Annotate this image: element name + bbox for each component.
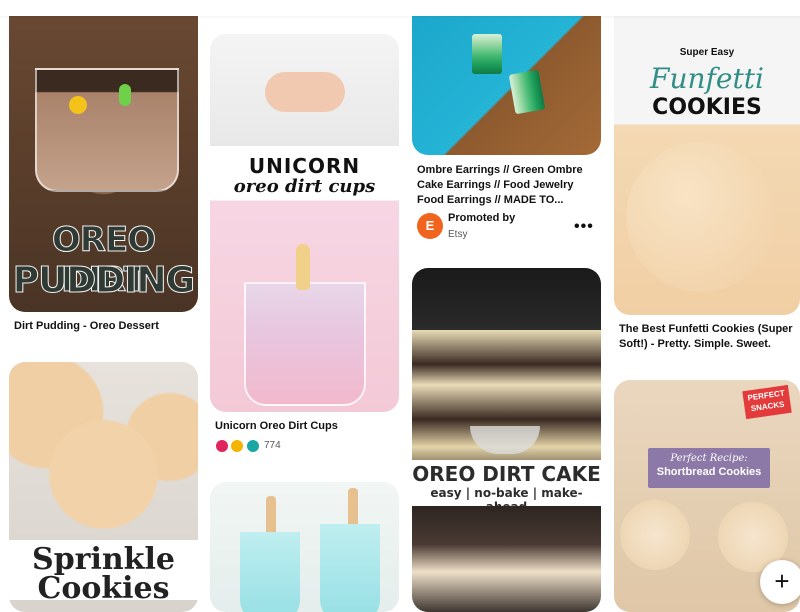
pin-image-title-line1: OREO DIRT CAKE xyxy=(412,462,601,486)
popsicle-stick-image xyxy=(348,488,358,528)
popsicle-stick-image xyxy=(266,496,276,536)
popsicle-cup-image xyxy=(320,524,380,612)
pin-image-title-line2: oreo dirt cups xyxy=(233,176,376,197)
more-options-button[interactable]: ••• xyxy=(574,218,594,236)
pin-oreo-dirt-pudding[interactable]: OREO DIRT PUDDING xyxy=(9,0,198,312)
heart-reaction-icon xyxy=(215,439,229,453)
unicorn-cup-image xyxy=(244,282,366,406)
gummy-worm-image xyxy=(119,84,131,106)
pin-image-title-band: UNICORN oreo dirt cups xyxy=(210,146,399,200)
pin-caption[interactable]: The Best Funfetti Cookies (Super Soft!) … xyxy=(619,322,797,352)
pin-ombre-earrings[interactable] xyxy=(412,0,601,155)
pudding-cup-image xyxy=(35,68,179,192)
cake-slice-image xyxy=(412,506,601,612)
pin-image-title-band: OREO DIRT CAKE easy | no-bake | make-ahe… xyxy=(412,460,601,514)
wow-reaction-icon xyxy=(245,439,260,453)
hands-image xyxy=(265,72,345,112)
promoter-name[interactable]: Etsy xyxy=(448,229,467,240)
pin-image-subtitle: Super Easy xyxy=(679,47,735,58)
reaction-icons xyxy=(215,439,260,453)
pin-image-title-line2: COOKIES xyxy=(652,95,762,120)
top-bar xyxy=(0,0,800,16)
smile-reaction-icon xyxy=(230,439,245,453)
popsicle-cup-image xyxy=(240,532,300,612)
pin-caption[interactable]: Unicorn Oreo Dirt Cups xyxy=(215,419,400,434)
pin-caption[interactable]: Dirt Pudding - Oreo Dessert xyxy=(14,319,199,334)
cake-earring-image xyxy=(508,69,546,115)
cake-earring-image xyxy=(472,34,502,74)
promoter-avatar[interactable]: E xyxy=(417,213,443,239)
badge-line2: Shortbread Cookies xyxy=(656,466,762,478)
cookie-image xyxy=(620,500,690,570)
pin-image-title-line2: PUDDING xyxy=(12,260,195,302)
unicorn-horn-image xyxy=(296,244,310,290)
reaction-count: 774 xyxy=(264,440,281,451)
gummy-worm-image xyxy=(69,96,87,114)
add-button[interactable]: + xyxy=(760,560,800,604)
pin-image-title-line1: Funfetti xyxy=(650,62,764,95)
pin-caption[interactable]: Ombre Earrings // Green Ombre Cake Earri… xyxy=(417,163,597,208)
promoted-label: Promoted by xyxy=(448,212,516,224)
pin-sprinkle-cookies[interactable]: Sprinkle Cookies xyxy=(9,362,198,612)
badge-line1: Perfect Recipe: xyxy=(670,453,748,464)
pin-image-badge: Perfect Recipe: Shortbread Cookies xyxy=(648,448,770,488)
cake-stand-image xyxy=(470,426,540,454)
brand-logo: PERFECT SNACKS xyxy=(742,384,792,420)
pin-popsicles[interactable] xyxy=(210,482,399,612)
pin-image-title-band: Super Easy Funfetti COOKIES xyxy=(614,47,800,120)
pin-funfetti-cookies[interactable]: Super Easy Funfetti COOKIES xyxy=(614,0,800,315)
cookie-image xyxy=(626,142,776,292)
pin-oreo-dirt-cake[interactable]: OREO DIRT CAKE easy | no-bake | make-ahe… xyxy=(412,268,601,612)
pin-image-title-band: Sprinkle Cookies xyxy=(9,540,198,606)
pin-unicorn-oreo-dirt-cups[interactable]: UNICORN oreo dirt cups xyxy=(210,34,399,412)
pin-image-title-line1: UNICORN xyxy=(248,154,361,178)
